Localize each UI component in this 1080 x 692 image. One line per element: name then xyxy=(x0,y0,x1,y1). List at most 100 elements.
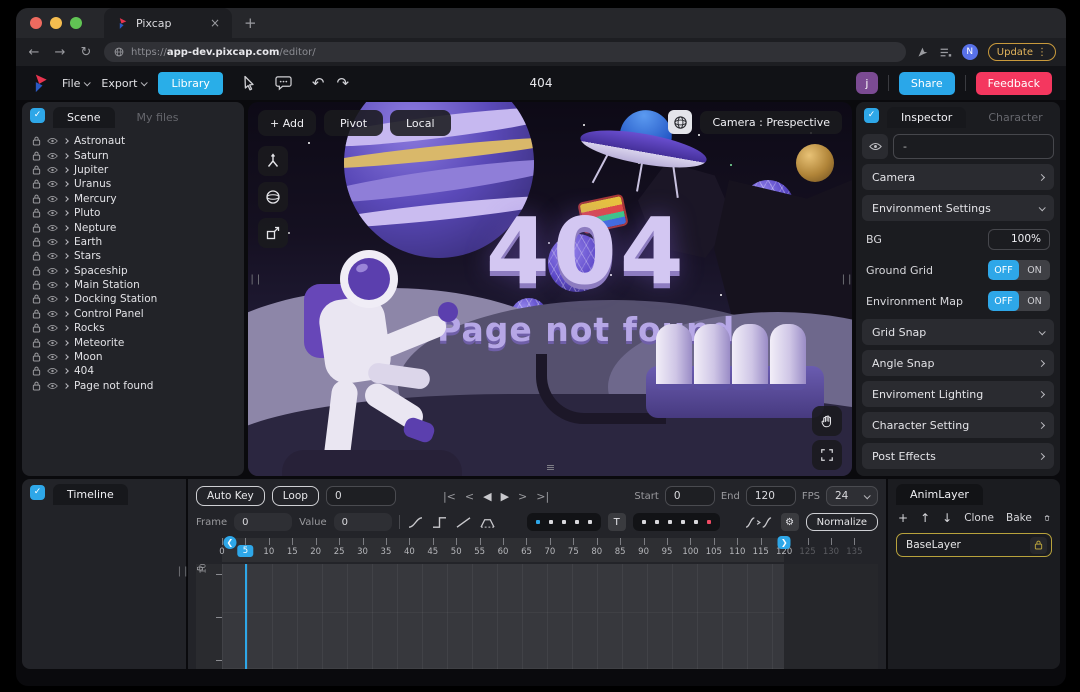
play-icon[interactable]: ▶ xyxy=(501,490,509,503)
eye-icon[interactable] xyxy=(47,224,58,232)
grid-snap-section[interactable]: Grid Snap xyxy=(862,319,1054,345)
ease-curve-button[interactable] xyxy=(407,516,424,529)
tab-close-icon[interactable]: × xyxy=(210,16,220,30)
keyframe-dot[interactable] xyxy=(587,520,592,524)
plateau-curve-button[interactable] xyxy=(479,516,496,529)
expand-chevron-icon[interactable] xyxy=(63,296,69,303)
panel-resize-handle[interactable]: ❘❘ xyxy=(175,566,190,577)
library-button[interactable]: Library xyxy=(158,71,223,95)
comment-icon[interactable] xyxy=(275,75,292,91)
fullscreen-button[interactable] xyxy=(812,440,842,470)
loop-start-marker[interactable]: ❮ xyxy=(223,536,237,549)
expand-chevron-icon[interactable] xyxy=(63,167,69,173)
keyframe-dot[interactable] xyxy=(574,520,579,524)
update-button[interactable]: Update ⋮ xyxy=(987,43,1056,61)
eye-icon[interactable] xyxy=(47,295,58,303)
eye-icon[interactable] xyxy=(47,137,58,145)
eye-icon[interactable] xyxy=(47,209,58,217)
viewport-canvas[interactable]: 404 Page not found + Add Pivot Local Cam… xyxy=(248,102,852,476)
redo-icon[interactable]: ↷ xyxy=(336,74,349,92)
reload-icon[interactable]: ↻ xyxy=(78,45,94,60)
keyframe-dot[interactable] xyxy=(667,520,672,524)
gear-icon[interactable]: ⚙ xyxy=(780,513,799,531)
scene-panel-checkbox[interactable]: ✓ xyxy=(30,107,45,123)
eye-icon[interactable] xyxy=(47,238,58,246)
eye-icon[interactable] xyxy=(47,353,58,361)
share-button[interactable]: Share xyxy=(898,71,955,95)
eye-icon[interactable] xyxy=(47,324,58,332)
scene-item[interactable]: Earth xyxy=(32,235,244,249)
curve-transfer-button[interactable] xyxy=(744,516,774,529)
expand-chevron-icon[interactable] xyxy=(63,311,69,317)
end-frame-input[interactable]: 120 xyxy=(745,486,796,506)
browser-tab[interactable]: Pixcap × xyxy=(104,8,232,38)
scene-item[interactable]: Docking Station xyxy=(32,292,244,306)
scene-item[interactable]: 404 xyxy=(32,364,244,378)
keyframe-dot[interactable] xyxy=(548,520,553,524)
expand-chevron-icon[interactable] xyxy=(63,181,69,188)
expand-chevron-icon[interactable] xyxy=(63,239,69,245)
move-layer-down-icon[interactable]: ↓ xyxy=(942,511,952,525)
camera-section[interactable]: Camera xyxy=(862,164,1054,190)
lock-icon[interactable] xyxy=(32,251,41,261)
trash-icon[interactable] xyxy=(1044,511,1050,525)
expand-chevron-icon[interactable] xyxy=(63,325,69,332)
select-cursor-icon[interactable] xyxy=(241,75,257,91)
inspector-checkbox[interactable]: ✓ xyxy=(864,107,879,123)
eye-icon[interactable] xyxy=(47,166,58,174)
value-input[interactable]: 0 xyxy=(333,513,392,531)
expand-chevron-icon[interactable] xyxy=(63,354,69,360)
scene-item[interactable]: Main Station xyxy=(32,278,244,292)
loop-button[interactable]: Loop xyxy=(271,486,319,506)
toggle-on[interactable]: ON xyxy=(1019,291,1050,311)
tab-scene[interactable]: Scene xyxy=(53,107,115,128)
url-bar[interactable]: https://app-dev.pixcap.com/editor/ xyxy=(104,42,906,62)
scene-item[interactable]: Jupiter xyxy=(32,163,244,177)
camera-gizmo-button[interactable] xyxy=(668,110,693,134)
lock-icon[interactable] xyxy=(32,266,41,276)
enviroment-lighting-section[interactable]: Enviroment Lighting xyxy=(862,381,1054,407)
reading-list-icon[interactable] xyxy=(939,46,952,59)
scene-item[interactable]: Saturn xyxy=(32,148,244,162)
lock-icon[interactable] xyxy=(32,223,41,233)
keyframe-grid[interactable] xyxy=(222,564,878,669)
frame-input[interactable]: 0 xyxy=(234,513,293,531)
scene-item[interactable]: Mercury xyxy=(32,192,244,206)
ground-grid-toggle[interactable]: OFF ON xyxy=(988,260,1050,280)
zoom-window-button[interactable] xyxy=(70,17,82,29)
lock-icon[interactable] xyxy=(32,136,41,146)
back-icon[interactable]: ← xyxy=(26,45,42,60)
toggle-off[interactable]: OFF xyxy=(988,260,1019,280)
environment-map-toggle[interactable]: OFF ON xyxy=(988,291,1050,311)
scene-item[interactable]: Page not found xyxy=(32,379,244,393)
eye-icon[interactable] xyxy=(47,152,58,160)
expand-chevron-icon[interactable] xyxy=(63,282,69,288)
environment-settings-section[interactable]: Environment Settings xyxy=(862,195,1054,221)
keyframe-dot[interactable] xyxy=(561,520,566,524)
eye-icon[interactable] xyxy=(47,267,58,275)
linear-curve-button[interactable] xyxy=(455,516,472,529)
angle-snap-section[interactable]: Angle Snap xyxy=(862,350,1054,376)
add-layer-icon[interactable]: + xyxy=(898,511,908,525)
expand-chevron-icon[interactable] xyxy=(63,138,69,145)
pivot-button[interactable]: Pivot xyxy=(324,110,384,136)
timeline-ruler[interactable]: 0 5 10 15 xyxy=(219,536,878,562)
file-menu[interactable]: File xyxy=(62,77,92,90)
feedback-button[interactable]: Feedback xyxy=(975,71,1052,95)
eye-icon[interactable] xyxy=(47,195,58,203)
expand-chevron-icon[interactable] xyxy=(63,267,69,274)
panel-resize-handle[interactable]: ❘❘ xyxy=(248,274,263,285)
playhead-line[interactable] xyxy=(245,564,248,669)
viewport-resize-grip[interactable]: ≡ xyxy=(546,461,555,474)
scene-item[interactable]: Nepture xyxy=(32,220,244,234)
toggle-off[interactable]: OFF xyxy=(988,291,1019,311)
timeline-checkbox[interactable]: ✓ xyxy=(30,484,45,500)
lock-icon[interactable] xyxy=(32,165,41,175)
eye-icon[interactable] xyxy=(47,281,58,289)
keyframe-dot[interactable] xyxy=(654,520,659,524)
minimize-window-button[interactable] xyxy=(50,17,62,29)
lock-icon[interactable] xyxy=(32,151,41,161)
scale-tool-button[interactable] xyxy=(258,218,288,248)
forward-icon[interactable]: → xyxy=(52,45,68,60)
keyframe-dot[interactable] xyxy=(680,520,685,524)
